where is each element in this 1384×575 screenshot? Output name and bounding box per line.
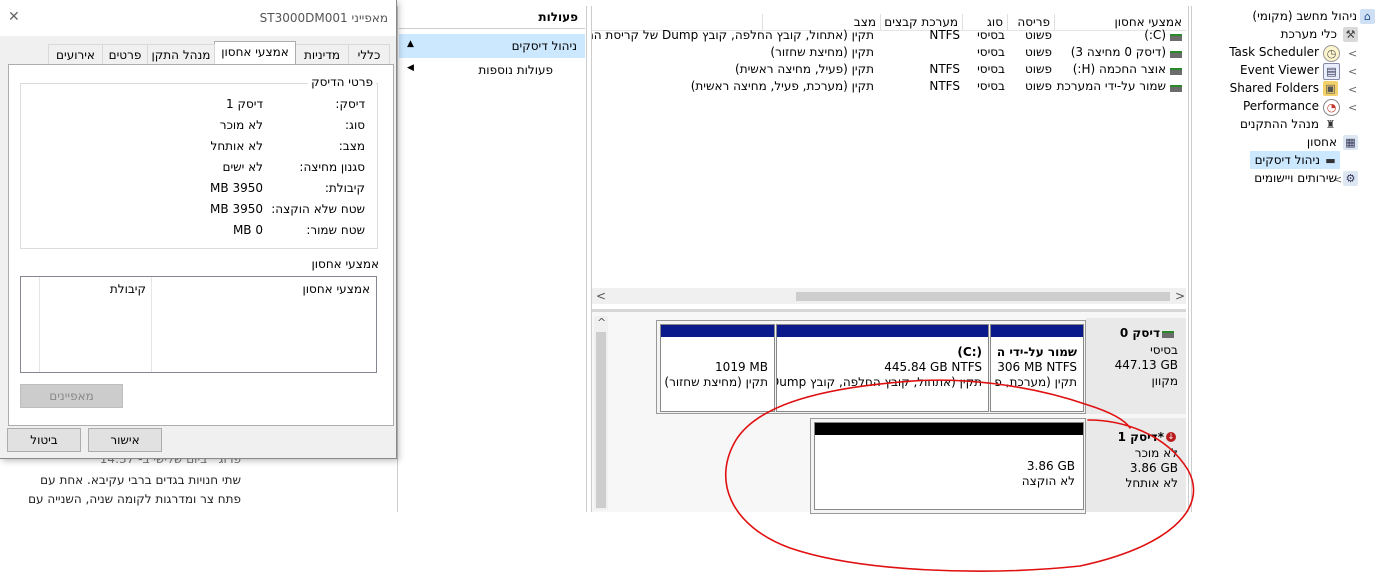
annotation-overlay [724, 379, 1195, 572]
red-circle-annotation [724, 379, 1195, 572]
